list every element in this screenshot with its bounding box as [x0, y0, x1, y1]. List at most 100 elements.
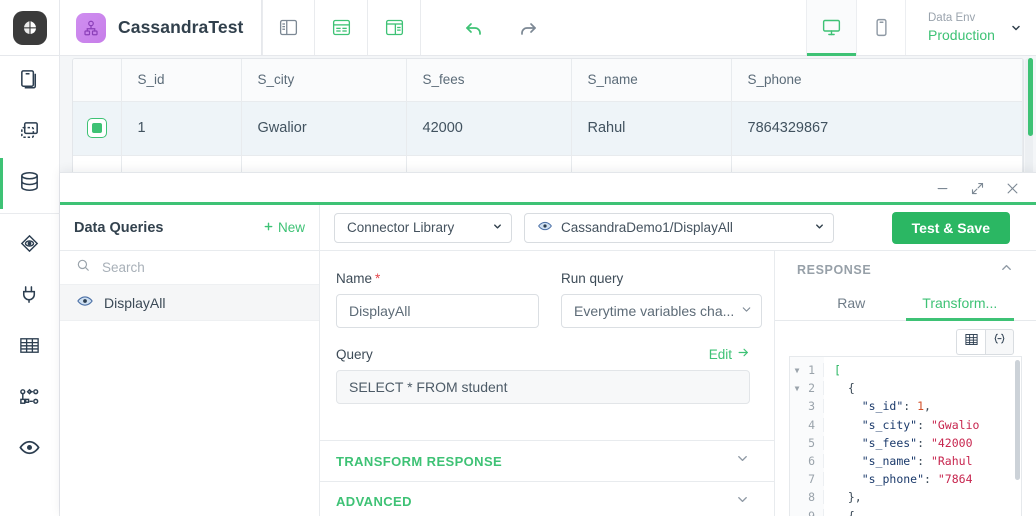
query-name-group: Name * DisplayAll: [336, 271, 539, 328]
json-fold-toggle-icon[interactable]: ▼: [790, 366, 804, 375]
json-line-content: "s_fees": "42000: [824, 436, 973, 450]
row-select-cell[interactable]: [73, 101, 122, 156]
json-line: 8 },: [790, 488, 1021, 506]
canvas-scrollbar-thumb[interactable]: [1028, 58, 1033, 136]
query-sql-value[interactable]: SELECT * FROM student: [336, 370, 750, 404]
column-header[interactable]: S_id: [121, 59, 242, 102]
json-line: ▼ 1 [: [790, 361, 1021, 379]
layout-sidebar-icon[interactable]: [262, 0, 316, 55]
select-all-header[interactable]: [73, 59, 122, 102]
sidebar-item-preview[interactable]: [0, 424, 60, 475]
eye-source-icon: [76, 292, 94, 313]
app-root: CassandraTest Data Env Production S_id S…: [0, 0, 1036, 516]
json-response-viewer[interactable]: ▼ 1[▼ 2 {3 "s_id": 1, 4 "s_city": "Gwalio 5 …: [789, 356, 1022, 516]
new-query-label: New: [277, 220, 305, 235]
json-view-toggle[interactable]: [985, 329, 1014, 355]
json-token-bracket: [: [834, 363, 841, 378]
json-line: 4 "s_city": "Gwalio: [790, 416, 1021, 434]
json-line: 7 "s_phone": "7864: [790, 470, 1021, 488]
layout-table-icon[interactable]: [315, 0, 369, 55]
data-env-selector[interactable]: Data Env Production: [912, 0, 1036, 55]
json-token-str: "7864: [937, 472, 973, 487]
sidebar-item-inspector[interactable]: [0, 220, 60, 271]
tab-raw[interactable]: Raw: [797, 289, 906, 320]
undo-icon[interactable]: [449, 0, 501, 55]
layout-panel-icon[interactable]: [368, 0, 422, 55]
json-token-num: 1: [917, 399, 925, 414]
edit-query-button[interactable]: Edit: [709, 346, 750, 362]
history-controls: [449, 0, 553, 55]
query-form-pane: Name * DisplayAll Run query Everytime var…: [320, 251, 775, 516]
json-token-plain: :: [917, 454, 931, 469]
sidebar-item-pages[interactable]: [0, 56, 60, 107]
column-header[interactable]: S_name: [571, 59, 732, 102]
close-icon[interactable]: [1005, 181, 1020, 196]
json-line-number: 8: [804, 490, 824, 505]
tab-transformed[interactable]: Transform...: [905, 289, 1015, 321]
advanced-section[interactable]: ADVANCED: [320, 481, 774, 516]
json-line: 6 "s_name": "Rahul: [790, 452, 1021, 470]
json-token-plain: :: [903, 399, 918, 414]
response-view-toggles: [775, 321, 1036, 361]
layout-tool-group: [262, 0, 422, 55]
connector-library-select[interactable]: Connector Library: [334, 212, 512, 243]
json-line-number: 4: [804, 417, 824, 432]
query-label: Query: [336, 346, 373, 362]
query-editor-header: Query Edit: [336, 346, 750, 362]
search-input[interactable]: [100, 259, 303, 276]
sidebar-item-datasources[interactable]: [0, 158, 60, 209]
data-source-select[interactable]: CassandraDemo1/DisplayAll: [524, 212, 834, 243]
column-header[interactable]: S_fees: [406, 59, 572, 102]
desktop-view-icon[interactable]: [806, 0, 856, 56]
transform-response-section[interactable]: TRANSFORM RESPONSE: [320, 440, 774, 481]
query-panel-window-controls: [874, 173, 1036, 203]
json-token-key: "s_city": [861, 417, 918, 432]
eye-icon: [18, 436, 41, 464]
query-name-input[interactable]: DisplayAll: [336, 294, 539, 328]
json-line-content: {: [824, 381, 855, 395]
json-line-content: [: [824, 363, 841, 377]
table-cell: Gwalior: [241, 101, 407, 156]
column-header[interactable]: S_phone: [731, 59, 1023, 102]
sidebar-item-components[interactable]: [0, 107, 60, 158]
search-icon: [76, 258, 90, 277]
json-line-content: {: [824, 509, 855, 516]
database-icon: [18, 170, 41, 198]
sidebar-item-plugins[interactable]: [0, 271, 60, 322]
table-cell: Rahul: [571, 101, 732, 156]
tooljet-logo-button[interactable]: [0, 0, 60, 55]
json-token-key: "s_phone": [861, 472, 925, 487]
column-header[interactable]: S_city: [241, 59, 407, 102]
query-list-item-displayall[interactable]: DisplayAll: [60, 285, 319, 321]
connector-library-value: Connector Library: [347, 220, 455, 235]
json-token-key: "s_name": [861, 454, 918, 469]
json-token-key: "s_id": [861, 399, 904, 414]
sidebar-item-tables[interactable]: [0, 322, 60, 373]
response-header[interactable]: RESPONSE: [775, 251, 1036, 289]
plus-icon: [263, 220, 274, 235]
query-panel-header: Data Queries New Connector Library Cassa…: [60, 204, 1036, 251]
query-search[interactable]: [60, 251, 319, 285]
run-query-select[interactable]: Everytime variables cha...: [561, 294, 762, 328]
json-fold-toggle-icon[interactable]: ▼: [790, 384, 804, 393]
expand-diagonal-icon[interactable]: [970, 181, 985, 196]
data-queries-title: Data Queries: [74, 219, 164, 236]
test-and-save-button[interactable]: Test & Save: [891, 211, 1010, 244]
minimize-icon[interactable]: [935, 181, 950, 196]
app-identity[interactable]: CassandraTest: [60, 0, 263, 55]
table-view-toggle[interactable]: [956, 329, 985, 355]
response-title: RESPONSE: [797, 263, 872, 277]
chevron-up-icon[interactable]: [999, 260, 1014, 280]
table-row[interactable]: 1 Gwalior 42000 Rahul 7864329867: [73, 101, 1023, 156]
page-title: CassandraTest: [118, 17, 244, 37]
new-query-button[interactable]: New: [263, 220, 305, 235]
redo-icon[interactable]: [501, 0, 553, 55]
json-scrollbar-thumb[interactable]: [1015, 360, 1020, 480]
row-checkbox[interactable]: [86, 118, 107, 138]
plug-icon: [18, 283, 41, 311]
json-token-key: "s_fees": [861, 435, 918, 450]
components-icon: [18, 119, 41, 147]
mobile-view-icon[interactable]: [856, 0, 906, 55]
json-line-content: "s_id": 1,: [824, 399, 931, 413]
sidebar-item-workflows[interactable]: [0, 373, 60, 424]
